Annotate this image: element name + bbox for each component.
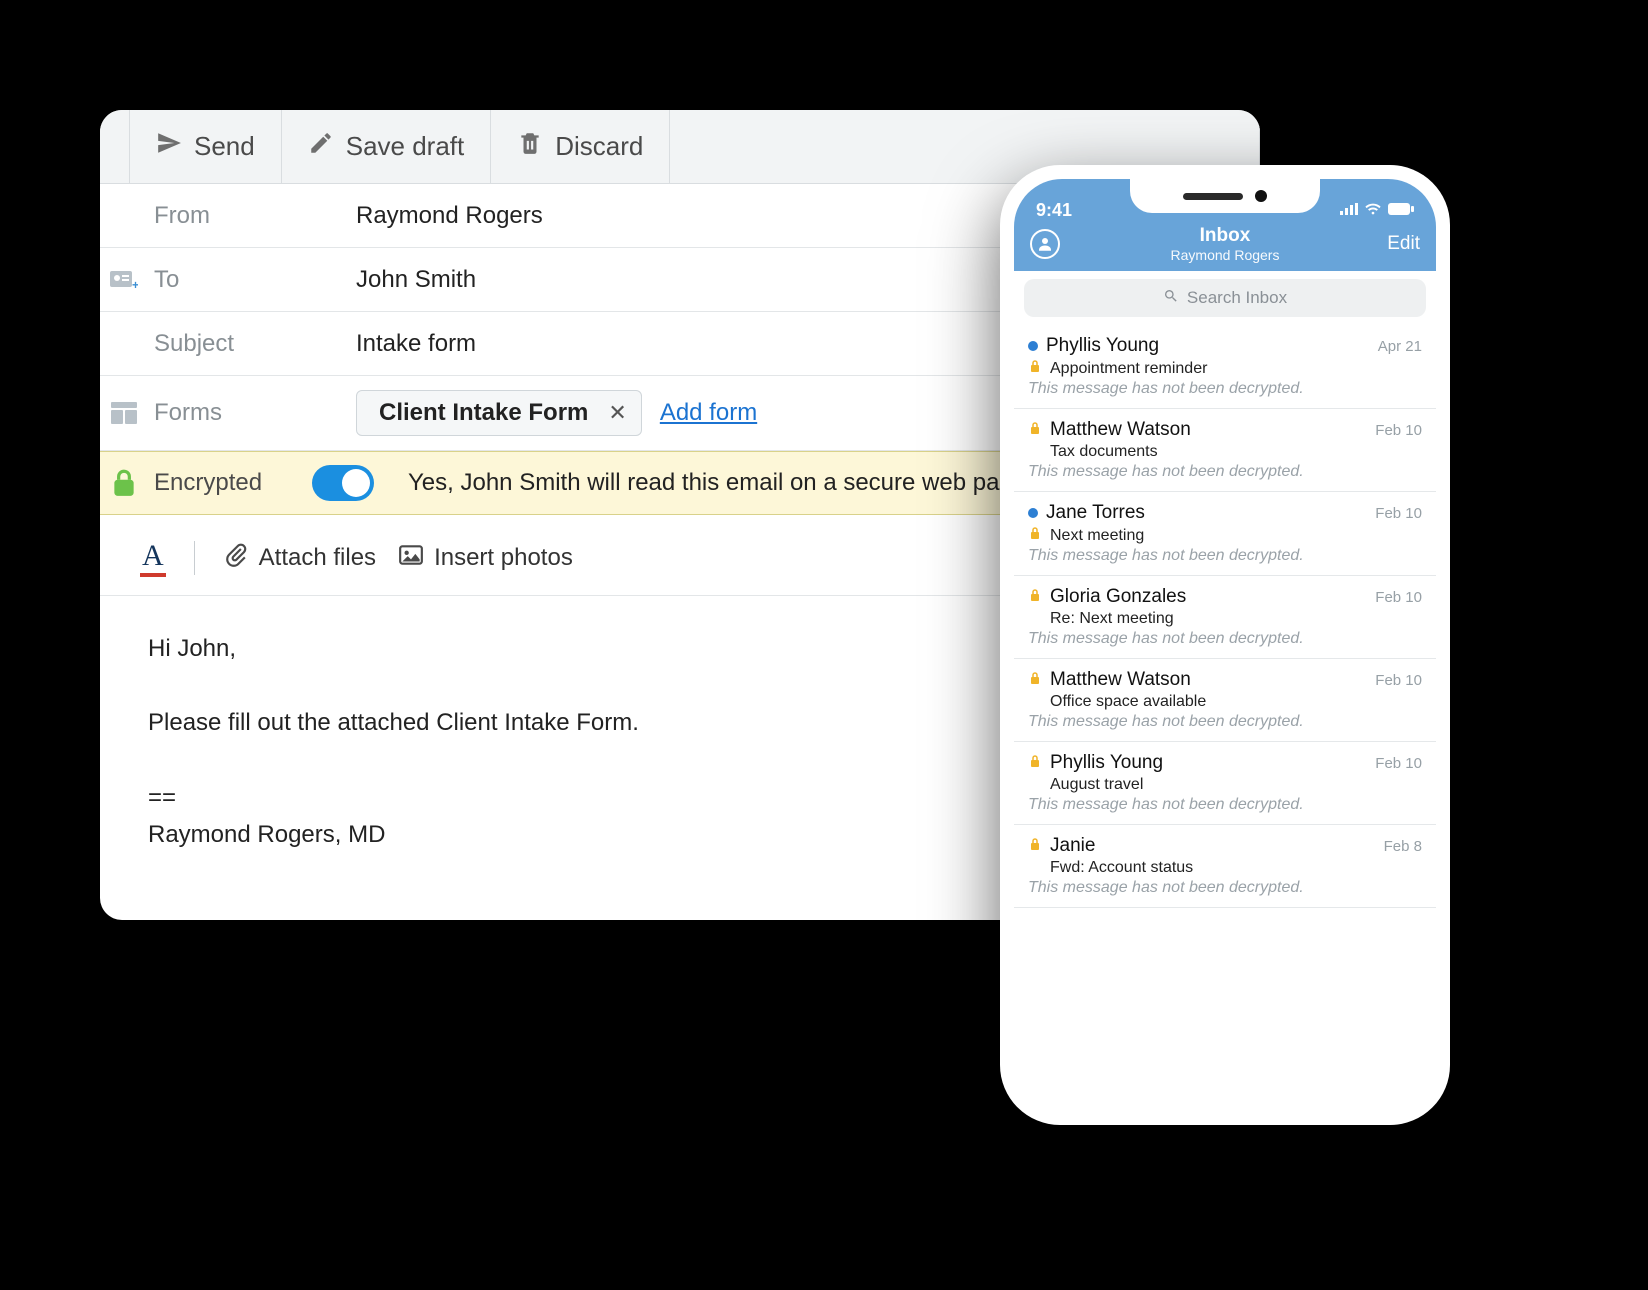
nav-subtitle: Raymond Rogers — [1014, 247, 1436, 263]
message-date: Feb 10 — [1375, 589, 1422, 606]
message-subject: Appointment reminder — [1050, 360, 1207, 378]
insert-photos-label: Insert photos — [434, 544, 573, 572]
message-sender: Janie — [1050, 835, 1095, 857]
discard-label: Discard — [555, 131, 643, 162]
battery-icon — [1388, 200, 1414, 221]
lock-icon — [1028, 526, 1042, 545]
subject-label: Subject — [148, 330, 308, 358]
message-sender: Phyllis Young — [1050, 752, 1163, 774]
lock-icon — [1028, 754, 1042, 773]
phone-frame: 9:41 Inbox Raymond Rogers Edit Search In… — [1000, 165, 1450, 1125]
nav-title: Inbox — [1014, 225, 1436, 247]
text-format-button[interactable]: A — [140, 539, 166, 577]
message-preview: This message has not been decrypted. — [1028, 547, 1422, 565]
message-preview: This message has not been decrypted. — [1028, 879, 1422, 897]
lock-icon — [1028, 359, 1042, 378]
paperclip-icon — [223, 542, 249, 575]
message-subject: Next meeting — [1050, 527, 1144, 545]
message-sender: Matthew Watson — [1050, 669, 1191, 691]
save-draft-button[interactable]: Save draft — [282, 110, 492, 183]
forms-icon — [100, 402, 148, 424]
message-date: Feb 10 — [1375, 672, 1422, 689]
message-sender: Phyllis Young — [1046, 335, 1159, 357]
lock-icon — [1028, 671, 1042, 690]
phone-screen: 9:41 Inbox Raymond Rogers Edit Search In… — [1014, 179, 1436, 1111]
pencil-icon — [308, 130, 334, 163]
discard-button[interactable]: Discard — [491, 110, 670, 183]
message-date: Feb 8 — [1384, 838, 1422, 855]
message-subject: Re: Next meeting — [1050, 610, 1174, 628]
message-subject: Tax documents — [1050, 443, 1158, 461]
contact-icon: + — [100, 269, 148, 291]
message-item[interactable]: Jane Torres Feb 10 Next meeting This messag… — [1014, 492, 1436, 576]
nav-bar: Inbox Raymond Rogers Edit — [1014, 223, 1436, 271]
lock-icon — [1028, 837, 1042, 856]
svg-text:+: + — [132, 278, 138, 291]
send-label: Send — [194, 131, 255, 162]
profile-button[interactable] — [1030, 229, 1060, 259]
from-label: From — [148, 202, 308, 230]
save-draft-label: Save draft — [346, 131, 465, 162]
form-chip[interactable]: Client Intake Form ✕ — [356, 390, 642, 436]
message-item[interactable]: Phyllis Young Apr 21 Appointment reminder T… — [1014, 325, 1436, 409]
search-icon — [1163, 288, 1179, 309]
encrypted-toggle[interactable] — [312, 465, 374, 501]
remove-form-icon[interactable]: ✕ — [608, 400, 626, 426]
message-item[interactable]: Gloria Gonzales Feb 10 Re: Next meeting Thi… — [1014, 576, 1436, 659]
search-input[interactable]: Search Inbox — [1024, 279, 1426, 317]
message-subject: August travel — [1050, 776, 1143, 794]
status-time: 9:41 — [1036, 200, 1072, 221]
attach-files-label: Attach files — [259, 544, 376, 572]
message-date: Apr 21 — [1378, 338, 1422, 355]
message-date: Feb 10 — [1375, 755, 1422, 772]
message-preview: This message has not been decrypted. — [1028, 630, 1422, 648]
message-list[interactable]: Phyllis Young Apr 21 Appointment reminder T… — [1014, 325, 1436, 908]
message-date: Feb 10 — [1375, 422, 1422, 439]
message-item[interactable]: Matthew Watson Feb 10 Office space availab… — [1014, 659, 1436, 742]
lock-icon — [1028, 421, 1042, 440]
message-subject: Fwd: Account status — [1050, 859, 1193, 877]
trash-icon — [517, 130, 543, 163]
forms-label: Forms — [148, 399, 308, 427]
unread-dot-icon — [1028, 341, 1038, 351]
edit-button[interactable]: Edit — [1387, 233, 1420, 255]
message-sender: Gloria Gonzales — [1050, 586, 1186, 608]
to-label: To — [148, 266, 308, 294]
lock-icon — [1028, 588, 1042, 607]
wifi-icon — [1364, 200, 1382, 221]
message-item[interactable]: Matthew Watson Feb 10 Tax documents This me… — [1014, 409, 1436, 492]
phone-notch — [1130, 179, 1320, 213]
lock-icon — [100, 463, 148, 503]
message-item[interactable]: Phyllis Young Feb 10 August travel This mes… — [1014, 742, 1436, 825]
unread-dot-icon — [1028, 508, 1038, 518]
message-preview: This message has not been decrypted. — [1028, 796, 1422, 814]
message-sender: Jane Torres — [1046, 502, 1145, 524]
message-preview: This message has not been decrypted. — [1028, 380, 1422, 398]
image-icon — [398, 542, 424, 575]
attach-files-button[interactable]: Attach files — [223, 542, 376, 575]
add-form-link[interactable]: Add form — [660, 399, 757, 427]
form-chip-label: Client Intake Form — [379, 399, 588, 427]
message-subject: Office space available — [1050, 693, 1206, 711]
signal-icon — [1340, 200, 1358, 221]
paper-plane-icon — [156, 130, 182, 163]
message-sender: Matthew Watson — [1050, 419, 1191, 441]
search-placeholder: Search Inbox — [1187, 288, 1287, 308]
message-preview: This message has not been decrypted. — [1028, 463, 1422, 481]
insert-photos-button[interactable]: Insert photos — [398, 542, 573, 575]
send-button[interactable]: Send — [130, 110, 282, 183]
encrypted-label: Encrypted — [148, 469, 308, 497]
message-preview: This message has not been decrypted. — [1028, 713, 1422, 731]
message-date: Feb 10 — [1375, 505, 1422, 522]
message-item[interactable]: Janie Feb 8 Fwd: Account status This messag… — [1014, 825, 1436, 908]
